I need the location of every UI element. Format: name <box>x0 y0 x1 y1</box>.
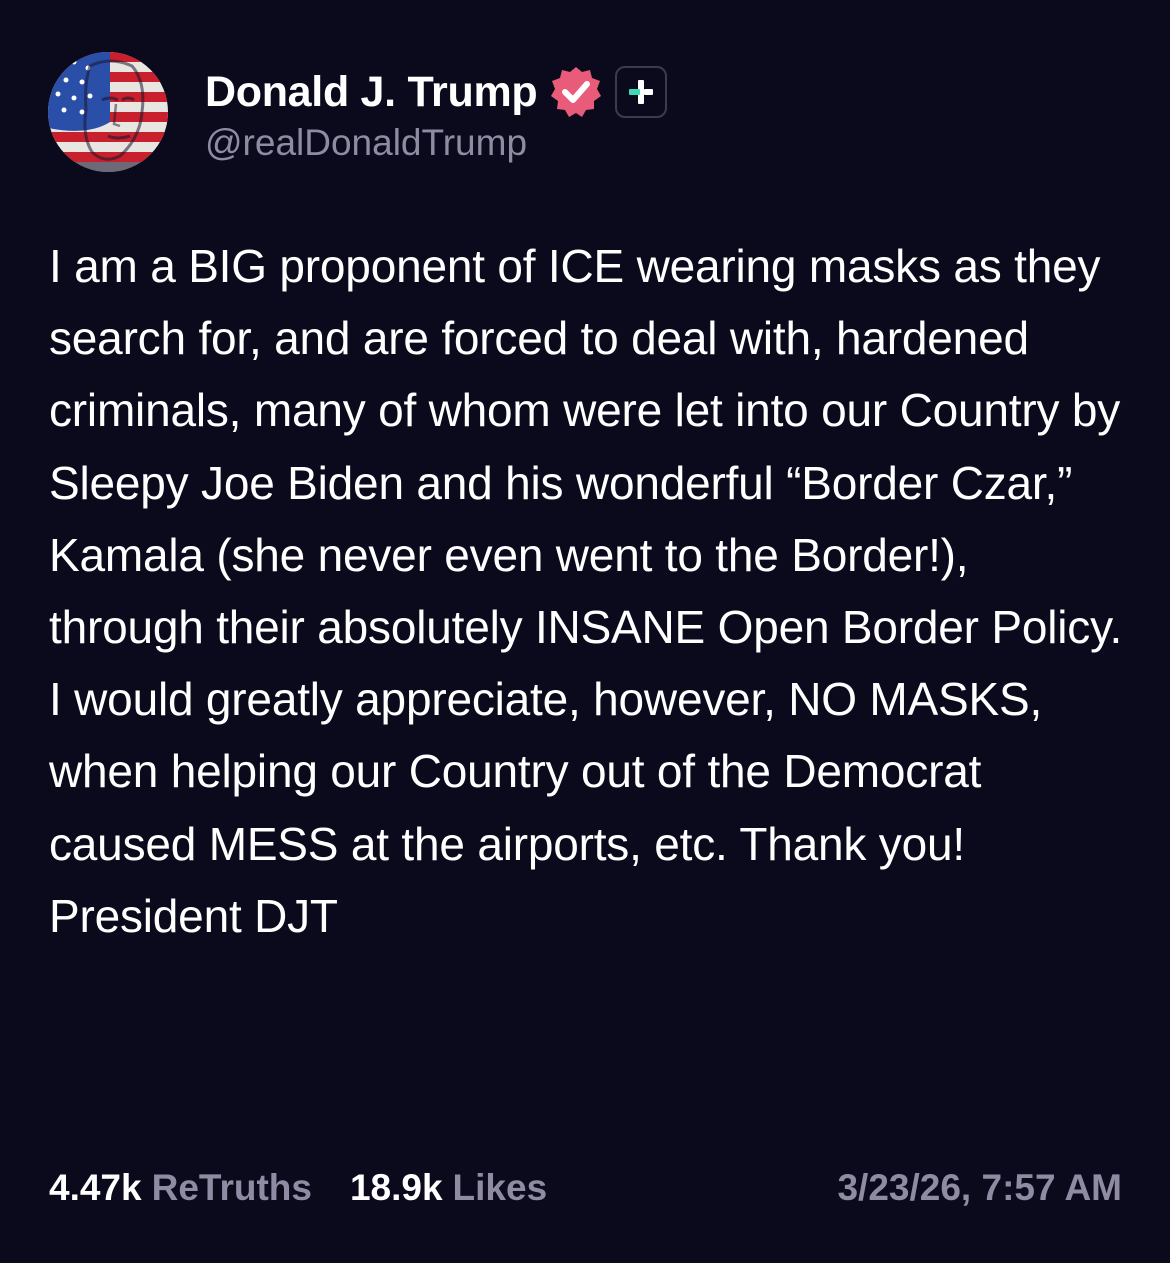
likes-stat[interactable]: 18.9k Likes <box>350 1167 547 1209</box>
author-display-name[interactable]: Donald J. Trump <box>205 68 538 117</box>
verified-check-icon <box>549 65 603 119</box>
post-header: Donald J. Trump @realDonaldTrump <box>48 52 668 172</box>
post-timestamp[interactable]: 3/23/26, 7:57 AM <box>837 1167 1122 1209</box>
post-body-text: I am a BIG proponent of ICE wearing mask… <box>49 240 1123 942</box>
truth-post: Donald J. Trump @realDonaldTrump I am a … <box>0 0 1170 1263</box>
retruths-label: ReTruths <box>151 1167 312 1208</box>
avatar[interactable] <box>48 52 168 172</box>
plus-badge[interactable] <box>615 66 668 118</box>
retruths-stat[interactable]: 4.47k ReTruths <box>49 1167 312 1209</box>
plus-icon <box>629 80 654 104</box>
likes-count: 18.9k <box>349 1167 443 1208</box>
name-row: Donald J. Trump <box>205 60 668 124</box>
likes-label: Likes <box>452 1167 548 1208</box>
author-identity: Donald J. Trump @realDonaldTrump <box>205 60 668 164</box>
retruths-count: 4.47k <box>49 1167 142 1208</box>
flag-portrait-avatar-icon <box>48 52 168 172</box>
author-handle[interactable]: @realDonaldTrump <box>205 122 667 164</box>
post-footer: 4.47k ReTruths 18.9k Likes 3/23/26, 7:57… <box>49 1160 1122 1216</box>
